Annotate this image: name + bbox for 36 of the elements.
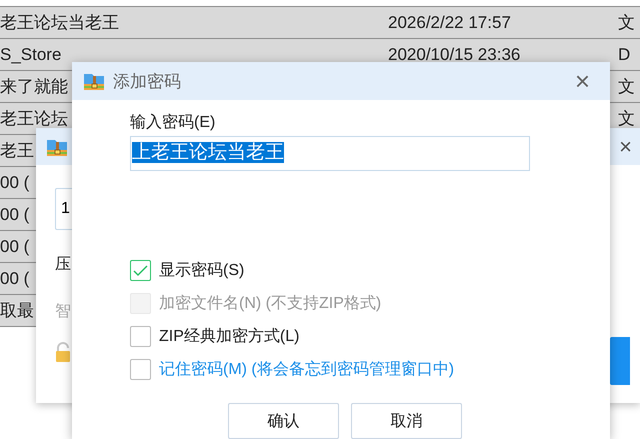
file-type: 文 — [618, 108, 635, 130]
checkbox[interactable] — [130, 260, 151, 281]
file-date: 2026/2/22 17:57 — [388, 12, 511, 32]
file-name: 00 ( — [0, 204, 30, 224]
file-name: 老王论坛当老王 — [0, 12, 119, 34]
field-label: 输入密码(E) — [130, 112, 216, 133]
checkbox[interactable] — [130, 326, 151, 347]
file-name: 取最 — [0, 300, 34, 322]
file-type: 文 — [618, 12, 635, 34]
file-name: 来了就能 — [0, 76, 68, 98]
field-value: 1 — [61, 200, 70, 218]
option-label: 显示密码(S) — [159, 260, 244, 281]
dialog-title: 添加密码 — [113, 70, 182, 92]
file-name: 00 ( — [0, 172, 30, 192]
file-name: 00 ( — [0, 268, 30, 288]
file-name: 00 ( — [0, 236, 30, 256]
dialog-button[interactable]: 取消 — [351, 403, 462, 439]
file-name: 老王 — [0, 140, 34, 162]
action-button[interactable] — [610, 337, 630, 385]
dialog-button[interactable]: 确认 — [228, 403, 339, 439]
check-icon — [133, 264, 148, 276]
option-label: ZIP经典加密方式(L) — [159, 326, 300, 347]
file-type: D — [618, 44, 630, 64]
lock-icon — [55, 342, 71, 362]
close-icon[interactable]: × — [619, 136, 632, 158]
file-date: 2020/10/15 23:36 — [388, 44, 520, 64]
option-label: 加密文件名(N) (不支持ZIP格式) — [159, 294, 382, 314]
checkbox[interactable] — [130, 359, 151, 380]
file-name: 老王论坛 — [0, 108, 68, 130]
file-type: 文 — [618, 76, 635, 98]
close-icon[interactable]: × — [574, 68, 590, 94]
file-name: S_Store — [0, 44, 62, 64]
form-label: 压 — [55, 255, 71, 275]
hint-text: 智 — [55, 302, 71, 322]
password-field[interactable]: 上老王论坛当老王 — [130, 136, 530, 171]
option-link[interactable]: 记住密码(M) (将会备忘到密码管理窗口中) — [159, 359, 454, 380]
